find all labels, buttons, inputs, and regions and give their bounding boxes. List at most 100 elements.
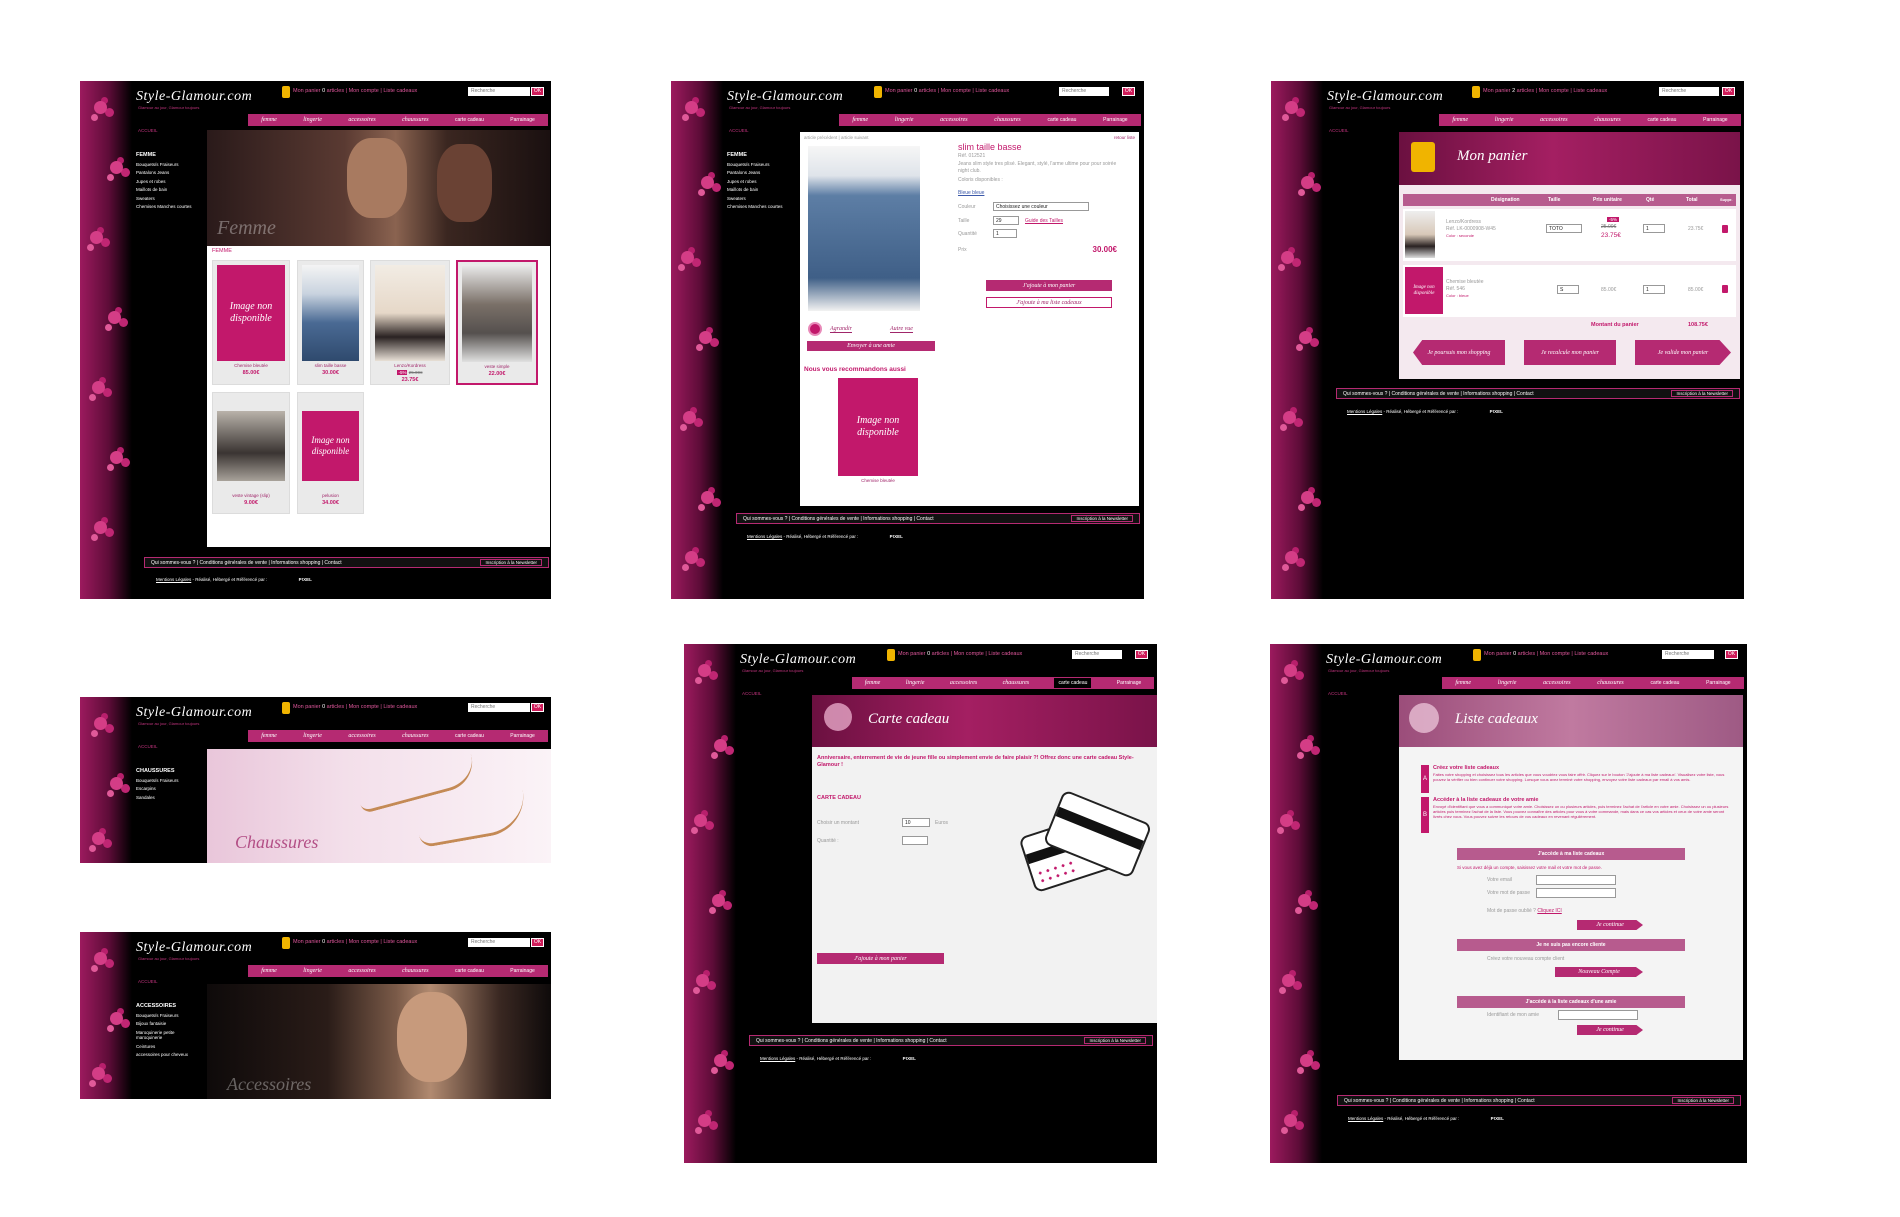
sidebar-item[interactable]: Chemises Manches courtes xyxy=(727,204,787,210)
pixel-logo[interactable]: P!XEL xyxy=(903,1056,916,1061)
amount-select[interactable]: 10 xyxy=(902,818,930,827)
search-input[interactable]: Recherche xyxy=(468,703,530,712)
new-account-button[interactable]: Nouveau Compte xyxy=(1555,967,1643,977)
pixel-logo[interactable]: P!XEL xyxy=(890,534,903,539)
search-input[interactable]: Recherche xyxy=(1072,650,1122,659)
product-tile[interactable]: Lenzo/Kordress -5% 25.00€ 23.75€ xyxy=(370,260,450,385)
sidebar-item[interactable]: Maillots de bain xyxy=(136,187,196,193)
sidebar-item[interactable]: Chemises Manches courtes xyxy=(136,204,196,210)
trash-icon[interactable] xyxy=(1722,285,1728,293)
site-logo[interactable]: Style-Glamour.com xyxy=(136,89,252,105)
breadcrumb-accueil[interactable]: ACCUEIL xyxy=(1329,128,1349,133)
continue-button[interactable]: Je continue xyxy=(1577,920,1643,930)
sidebar-item[interactable]: Escarpins xyxy=(136,786,196,792)
validate-cart-button[interactable]: Je valide mon panier xyxy=(1635,340,1731,365)
nav-femme[interactable]: femme xyxy=(1455,680,1471,686)
sidebar-item[interactable]: Bouquets/s Fraiseurs xyxy=(136,1013,196,1019)
recommended-no-image[interactable]: Image non disponible xyxy=(838,378,918,476)
footer-links[interactable]: Qui sommes-vous ? | Conditions générales… xyxy=(1344,1098,1535,1104)
search-input[interactable]: Recherche xyxy=(1659,87,1719,96)
size-select[interactable]: S xyxy=(1557,285,1579,294)
cart-item-photo[interactable] xyxy=(1405,211,1435,258)
password-field[interactable] xyxy=(1536,888,1616,898)
search-ok-button[interactable]: OK xyxy=(1135,650,1148,659)
breadcrumb-accueil[interactable]: ACCUEIL xyxy=(729,128,749,133)
search-input[interactable]: Recherche xyxy=(1662,650,1714,659)
pixel-logo[interactable]: P!XEL xyxy=(299,577,312,582)
sidebar-item[interactable]: Maroquinerie petite maroquinerie xyxy=(136,1030,196,1041)
send-to-friend-button[interactable]: Envoyer à une amie xyxy=(807,341,935,351)
legal-link[interactable]: Mentions Légales xyxy=(760,1056,795,1061)
color-link[interactable]: Bleue bleue xyxy=(958,190,984,196)
nav-lingerie[interactable]: lingerie xyxy=(906,680,925,686)
search-ok-button[interactable]: OK xyxy=(531,938,544,947)
nav-femme[interactable]: femme xyxy=(852,117,868,123)
breadcrumb-accueil[interactable]: ACCUEIL xyxy=(742,691,762,696)
cart-item-name[interactable]: Chemise bleutée xyxy=(1446,279,1484,285)
sidebar-item[interactable]: Pantalons Jeans xyxy=(727,170,787,176)
search-input[interactable]: Recherche xyxy=(468,938,530,947)
newsletter-button[interactable]: Inscription à la Newsletter xyxy=(1071,515,1133,522)
nav-chaussures[interactable]: chaussures xyxy=(1594,117,1620,123)
search-input[interactable]: Recherche xyxy=(468,87,530,96)
sidebar-item[interactable]: Pantalons Jeans xyxy=(136,170,196,176)
header-links[interactable]: Mon panier 0 articles | Mon compte | Lis… xyxy=(885,88,1009,94)
nav-accessoires[interactable]: accessoires xyxy=(348,968,375,974)
nav-lingerie[interactable]: lingerie xyxy=(895,117,914,123)
email-field[interactable] xyxy=(1536,875,1616,885)
nav-accessoires[interactable]: accessoires xyxy=(348,733,375,739)
sidebar-item[interactable]: Sweaters xyxy=(136,196,196,202)
footer-links[interactable]: Qui sommes-vous ? | Conditions générales… xyxy=(1343,391,1534,397)
breadcrumb-accueil[interactable]: ACCUEIL xyxy=(138,744,158,749)
nav-accessoires[interactable]: accessoires xyxy=(940,117,967,123)
product-breadcrumb[interactable]: article précédent | article suivant xyxy=(804,135,868,140)
legal-link[interactable]: Mentions Légales xyxy=(1348,1116,1383,1121)
newsletter-button[interactable]: Inscription à la Newsletter xyxy=(1672,1097,1734,1104)
nav-lingerie[interactable]: lingerie xyxy=(1495,117,1514,123)
autre-vue-link[interactable]: Autre vue xyxy=(890,326,913,333)
nav-femme[interactable]: femme xyxy=(261,733,277,739)
recommended-name[interactable]: Chemise bleutée xyxy=(838,478,918,483)
nav-parrainage[interactable]: Parrainage xyxy=(1117,680,1141,686)
add-to-cart-button[interactable]: J'ajoute à mon panier xyxy=(817,953,944,964)
nav-chaussures[interactable]: chaussures xyxy=(402,968,428,974)
size-guide-link[interactable]: Guide des Tailles xyxy=(1025,218,1063,224)
newsletter-button[interactable]: Inscription à la Newsletter xyxy=(480,559,542,566)
product-tile[interactable]: slim taille basse 30.00€ xyxy=(297,260,364,385)
sidebar-item[interactable]: Maillots de bain xyxy=(727,187,787,193)
nav-chaussures[interactable]: chaussures xyxy=(402,117,428,123)
shopping-bag-icon[interactable] xyxy=(282,702,290,714)
product-tile[interactable]: Image non disponible pelusion 34.00€ xyxy=(297,392,364,514)
search-ok-button[interactable]: OK xyxy=(1122,87,1135,96)
product-tile[interactable]: veste vintage (slip) 9.00€ xyxy=(212,392,290,514)
nav-lingerie[interactable]: lingerie xyxy=(303,117,322,123)
continue-shopping-button[interactable]: Je poursuis mon shopping xyxy=(1413,340,1505,365)
back-to-list-link[interactable]: retour liste xyxy=(1114,135,1135,140)
nav-femme[interactable]: femme xyxy=(1452,117,1468,123)
header-links[interactable]: Mon panier 0 articles | Mon compte | Lis… xyxy=(1484,651,1608,657)
nav-parrainage[interactable]: Parrainage xyxy=(1706,680,1730,686)
continue-button[interactable]: Je continue xyxy=(1577,1025,1643,1035)
site-logo[interactable]: Style-Glamour.com xyxy=(740,652,856,668)
sidebar-item[interactable]: Sweaters xyxy=(727,196,787,202)
shopping-bag-icon[interactable] xyxy=(282,86,290,98)
shopping-bag-icon[interactable] xyxy=(1472,86,1480,98)
forgot-password-link[interactable]: Cliquez ICI xyxy=(1537,908,1561,914)
no-image-placeholder[interactable]: Image non disponible xyxy=(1405,267,1443,314)
header-links[interactable]: Mon panier 0 articles | Mon compte | Lis… xyxy=(898,651,1022,657)
nav-chaussures[interactable]: chaussures xyxy=(994,117,1020,123)
size-select[interactable]: TOTO xyxy=(1546,224,1582,233)
nav-chaussures[interactable]: chaussures xyxy=(1597,680,1623,686)
color-select[interactable]: Choisissez une couleur xyxy=(993,202,1089,211)
nav-carte-cadeau[interactable]: carte cadeau xyxy=(1047,117,1076,123)
newsletter-button[interactable]: Inscription à la Newsletter xyxy=(1084,1037,1146,1044)
nav-accessoires[interactable]: accessoires xyxy=(348,117,375,123)
nav-chaussures[interactable]: chaussures xyxy=(402,733,428,739)
search-input[interactable]: Recherche xyxy=(1059,87,1109,96)
header-links[interactable]: Mon panier 2 articles | Mon compte | Lis… xyxy=(1483,88,1607,94)
nav-carte-cadeau[interactable]: carte cadeau xyxy=(1647,117,1676,123)
add-to-gift-list-button[interactable]: J'ajoute à ma liste cadeaux xyxy=(986,297,1112,308)
site-logo[interactable]: Style-Glamour.com xyxy=(136,940,252,956)
nav-parrainage[interactable]: Parrainage xyxy=(1103,117,1127,123)
footer-links[interactable]: Qui sommes-vous ? | Conditions générales… xyxy=(756,1038,947,1044)
